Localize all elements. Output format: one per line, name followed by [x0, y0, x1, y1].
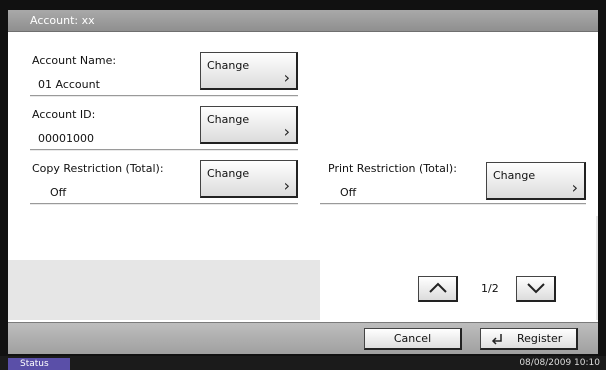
- account-id-label: Account ID:: [32, 108, 96, 121]
- copy-restriction-label: Copy Restriction (Total):: [32, 162, 164, 175]
- register-button[interactable]: Register: [480, 328, 578, 350]
- action-bar: Cancel Register: [8, 322, 598, 354]
- print-restriction-label: Print Restriction (Total):: [328, 162, 457, 175]
- status-button[interactable]: Status: [8, 358, 70, 370]
- copy-restriction-value: Off: [50, 186, 67, 199]
- status-bar: Status 08/08/2009 10:10: [0, 356, 606, 370]
- enter-icon: [491, 334, 502, 345]
- account-id-value: 00001000: [38, 132, 94, 145]
- account-name-label: Account Name:: [32, 54, 117, 67]
- account-id-divider: [30, 149, 298, 151]
- chevron-down-icon: [527, 283, 545, 294]
- change-account-name-button[interactable]: Change ›: [200, 52, 298, 90]
- print-restriction-divider: [320, 203, 586, 205]
- chevron-right-icon: ›: [283, 68, 290, 87]
- screen-title: Account: xx: [8, 10, 598, 32]
- account-name-value: 01 Account: [38, 78, 100, 91]
- chevron-up-icon: [429, 282, 447, 293]
- change-account-id-button[interactable]: Change ›: [200, 106, 298, 144]
- change-print-restriction-label: Change: [493, 169, 536, 182]
- chevron-right-icon: ›: [571, 178, 578, 197]
- print-restriction-value: Off: [340, 186, 357, 199]
- register-label: Register: [517, 332, 563, 345]
- change-copy-restriction-label: Change: [207, 167, 250, 180]
- page-indicator: 1/2: [481, 282, 499, 295]
- change-copy-restriction-button[interactable]: Change ›: [200, 160, 298, 198]
- datetime: 08/08/2009 10:10: [519, 358, 600, 368]
- change-print-restriction-button[interactable]: Change ›: [486, 162, 586, 200]
- copy-restriction-divider: [30, 203, 298, 205]
- chevron-right-icon: ›: [283, 176, 290, 195]
- chevron-right-icon: ›: [283, 122, 290, 141]
- page-up-button[interactable]: [418, 276, 458, 302]
- page-down-button[interactable]: [516, 276, 556, 302]
- change-account-name-label: Change: [207, 59, 250, 72]
- account-name-divider: [30, 95, 298, 97]
- change-account-id-label: Change: [207, 113, 250, 126]
- cancel-button[interactable]: Cancel: [364, 328, 462, 350]
- account-screen: Account: xx Account Name: 01 Account Cha…: [8, 10, 598, 354]
- list-blank-row: [8, 216, 596, 260]
